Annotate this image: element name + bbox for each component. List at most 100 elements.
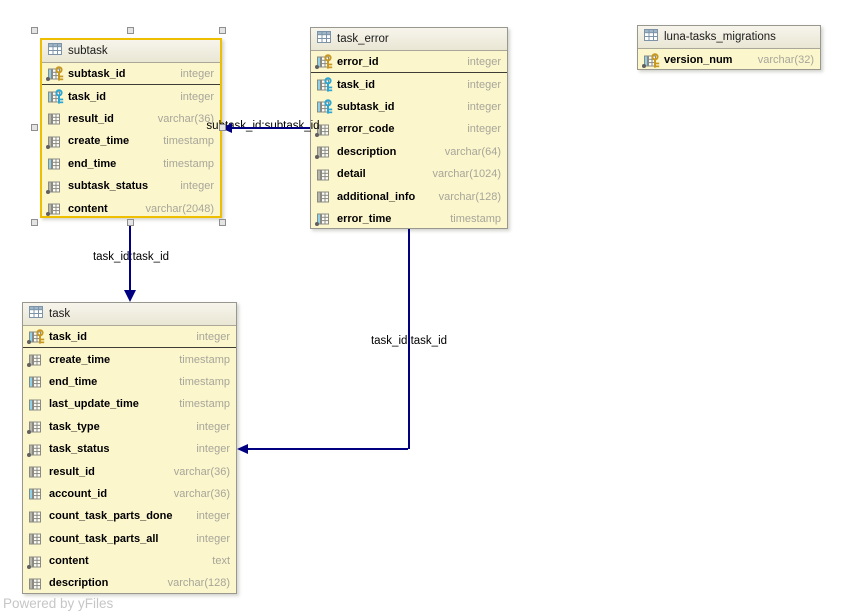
column-name: subtask_id: [68, 68, 125, 80]
table-row-count_task_parts_all[interactable]: count_task_parts_allinteger: [23, 528, 236, 550]
column-type: text: [204, 555, 230, 567]
primary-key-icon: [316, 53, 334, 70]
table-row-error_code[interactable]: error_codeinteger: [311, 118, 507, 140]
column-type: varchar(1024): [425, 168, 501, 180]
column-name: result_id: [49, 466, 95, 478]
not-null-dot-icon: [46, 145, 50, 149]
column-type: varchar(36): [166, 466, 230, 478]
edge-arrowhead-icon[interactable]: [237, 444, 248, 454]
column-icon: [28, 530, 46, 547]
table-row-create_time[interactable]: create_timetimestamp: [23, 348, 236, 370]
column-name: task_status: [49, 443, 110, 455]
table-row-count_task_parts_done[interactable]: count_task_parts_doneinteger: [23, 505, 236, 527]
table-row-description[interactable]: descriptionvarchar(128): [23, 572, 236, 594]
table-node-luna-tasks_migrations[interactable]: luna-tasks_migrationsversion_numvarchar(…: [637, 25, 821, 70]
table-row-task_id[interactable]: task_id integer: [42, 85, 220, 107]
relationship-edge-segment[interactable]: [247, 448, 408, 450]
column-name: description: [337, 146, 396, 158]
diagram-canvas[interactable]: Powered by yFiles subtasksubtask_idinteg…: [0, 0, 841, 614]
column-icon: [47, 200, 65, 217]
column-name: error_time: [337, 213, 391, 225]
table-row-task_id[interactable]: task_idinteger: [23, 326, 236, 348]
column-name: task_id: [49, 331, 87, 343]
selection-handle[interactable]: [219, 27, 226, 34]
column-name: version_num: [664, 54, 732, 66]
foreign-key-icon: [316, 76, 334, 93]
table-row-error_id[interactable]: error_idinteger: [311, 51, 507, 73]
table-row-result_id[interactable]: result_id varchar(36): [42, 108, 220, 130]
table-row-content[interactable]: contenttext: [23, 550, 236, 572]
table-row-content[interactable]: contentvarchar(2048): [42, 197, 220, 219]
table-row-create_time[interactable]: create_time timestamp: [42, 130, 220, 152]
table-row-subtask_id[interactable]: subtask_idinteger: [42, 63, 220, 85]
column-type: varchar(36): [166, 488, 230, 500]
table-title: subtask: [68, 45, 108, 57]
not-null-dot-icon: [27, 430, 31, 434]
table-node-task[interactable]: tasktask_idintegercreate_timetimestampen…: [22, 302, 237, 594]
column-type: varchar(36): [150, 113, 214, 125]
relationship-edge-segment[interactable]: [230, 127, 310, 129]
column-icon: [28, 553, 46, 570]
table-header[interactable]: task_error: [311, 28, 507, 51]
column-type: integer: [459, 101, 501, 113]
edge-label[interactable]: task_id:task_id: [93, 251, 169, 263]
column-icon: [28, 396, 46, 413]
table-row-task_status[interactable]: task_statusinteger: [23, 438, 236, 460]
column-name: additional_info: [337, 191, 415, 203]
table-header[interactable]: task: [23, 303, 236, 326]
table-row-description[interactable]: descriptionvarchar(64): [311, 141, 507, 163]
table-row-end_time[interactable]: end_timetimestamp: [42, 153, 220, 175]
column-name: create_time: [68, 135, 129, 147]
selection-handle[interactable]: [219, 219, 226, 226]
table-grid-icon: [48, 42, 62, 60]
table-row-end_time[interactable]: end_timetimestamp: [23, 371, 236, 393]
column-name: create_time: [49, 354, 110, 366]
column-name: task_id: [337, 79, 375, 91]
column-icon: [316, 210, 334, 227]
column-name: subtask_status: [68, 180, 148, 192]
table-row-version_num[interactable]: version_numvarchar(32): [638, 49, 820, 71]
table-row-subtask_status[interactable]: subtask_statusinteger: [42, 175, 220, 197]
table-node-subtask[interactable]: subtask subtask_idinteger task_id integer re…: [40, 38, 222, 218]
table-row-subtask_id[interactable]: subtask_id integer: [311, 96, 507, 118]
table-row-last_update_time[interactable]: last_update_timetimestamp: [23, 393, 236, 415]
yfiles-watermark: Powered by yFiles: [3, 596, 113, 611]
selection-handle[interactable]: [219, 124, 226, 131]
table-row-error_time[interactable]: error_timetimestamp: [311, 208, 507, 230]
table-row-result_id[interactable]: result_id varchar(36): [23, 460, 236, 482]
column-type: timestamp: [171, 376, 230, 388]
edge-arrowhead-icon[interactable]: [124, 290, 136, 302]
column-name: subtask_id: [337, 101, 394, 113]
selection-handle[interactable]: [31, 124, 38, 131]
table-header[interactable]: luna-tasks_migrations: [638, 26, 820, 49]
column-icon: [28, 418, 46, 435]
column-name: result_id: [68, 113, 114, 125]
relationship-edge-segment[interactable]: [129, 219, 131, 291]
selection-handle[interactable]: [127, 27, 134, 34]
table-row-detail[interactable]: detailvarchar(1024): [311, 163, 507, 185]
table-row-account_id[interactable]: account_idvarchar(36): [23, 483, 236, 505]
not-null-dot-icon: [27, 453, 31, 457]
column-type: timestamp: [155, 135, 214, 147]
column-icon: [316, 166, 334, 183]
table-row-additional_info[interactable]: additional_infovarchar(128): [311, 185, 507, 207]
table-header[interactable]: subtask: [42, 40, 220, 63]
column-name: description: [49, 577, 108, 589]
table-row-task_type[interactable]: task_typeinteger: [23, 416, 236, 438]
column-type: timestamp: [155, 158, 214, 170]
selection-handle[interactable]: [31, 27, 38, 34]
column-icon: [28, 485, 46, 502]
column-type: integer: [172, 91, 214, 103]
column-type: integer: [188, 533, 230, 545]
column-name: task_id: [68, 91, 106, 103]
column-icon: [28, 373, 46, 390]
selection-handle[interactable]: [31, 219, 38, 226]
column-name: error_code: [337, 123, 394, 135]
relationship-edge-segment[interactable]: [408, 229, 410, 449]
column-name: count_task_parts_done: [49, 510, 172, 522]
table-node-task_error[interactable]: task_errorerror_idintegertask_idintegers…: [310, 27, 508, 229]
selection-handle[interactable]: [127, 219, 134, 226]
column-icon: [28, 508, 46, 525]
table-row-task_id[interactable]: task_idinteger: [311, 73, 507, 95]
not-null-dot-icon: [46, 190, 50, 194]
